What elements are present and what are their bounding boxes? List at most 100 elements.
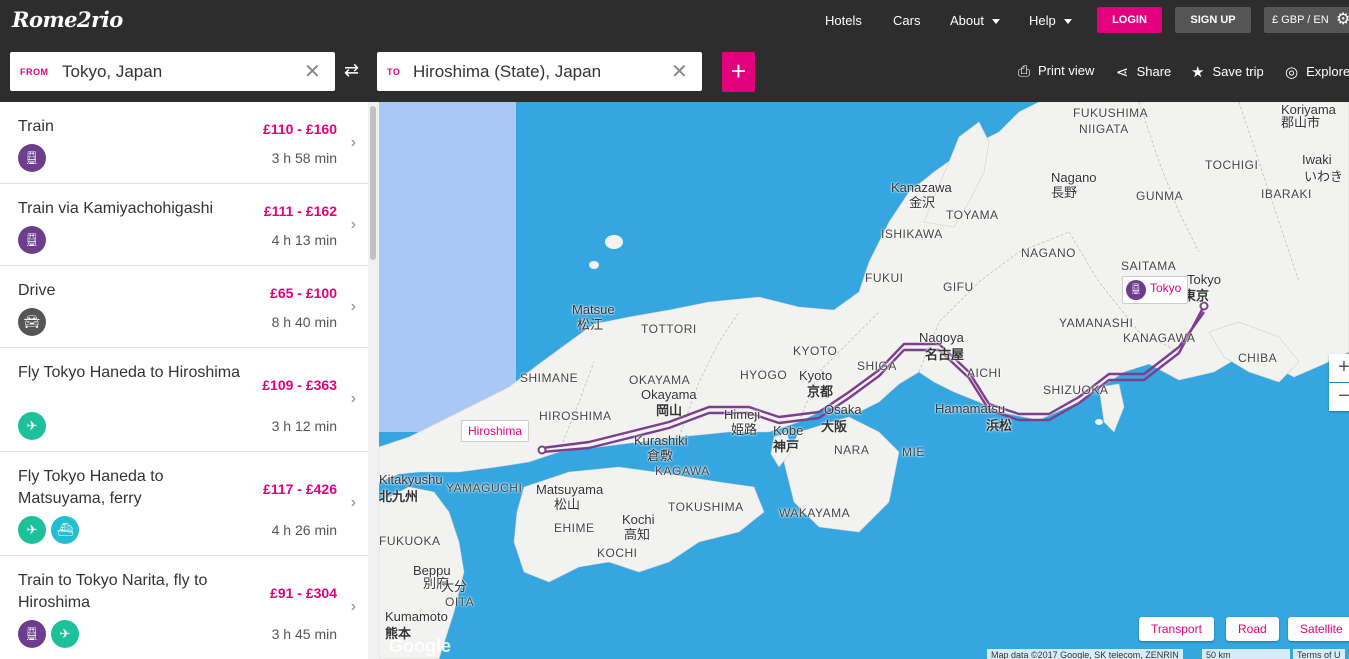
nav-about[interactable]: About [950,13,1000,28]
route-duration: 4 h 26 min [271,522,337,538]
map-label: NARA [834,443,870,457]
map-label: 倉敷 [647,448,674,463]
tokyo-pin[interactable]: 🚆︎ Tokyo [1122,276,1189,304]
from-tag: FROM [20,67,49,77]
chevron-down-icon [1063,19,1072,25]
map-label: TOKUSHIMA [668,500,744,514]
map-view[interactable]: FUKUSHIMA NIIGATA Koriyama 郡山市 TOCHIGI I… [379,102,1349,659]
clear-from-icon[interactable]: ✕ [304,59,321,84]
map-label: SHIZUOKA [1043,383,1109,397]
clear-to-icon[interactable]: ✕ [671,59,688,84]
route-mode-icons: ✈ [18,412,51,440]
scrollbar-thumb[interactable] [370,106,376,260]
terms-link[interactable]: Terms of U [1293,649,1345,659]
route-name: Fly Tokyo Haneda to Hiroshima [18,364,241,381]
map-label: 高知 [624,527,651,542]
route-option-drive[interactable]: Drive £65 - £100 🚘︎ 8 h 40 min › [0,266,368,348]
swap-icon[interactable]: ⇄ [344,60,359,81]
print-view-label: Print view [1038,63,1095,78]
print-view-button[interactable]: ⎙ Print view [1018,63,1094,80]
zoom-out-button[interactable]: − [1329,383,1349,411]
route-name: Train via Kamiyachohigashi [18,200,214,217]
route-duration: 3 h 45 min [271,626,337,642]
map-attribution: Map data ©2017 Google, SK telecom, ZENRI… [987,649,1183,659]
route-option-fly-haneda-hiroshima[interactable]: Fly Tokyo Haneda to Hiroshima £109 - £36… [0,348,368,452]
map-label: NIIGATA [1079,122,1129,136]
route-option-train-narita-fly[interactable]: Train to Tokyo Narita, fly to Hiroshima … [0,556,368,659]
currency-label: £ GBP / EN [1272,14,1329,26]
rome2rio-logo[interactable]: Rome2rio [12,7,123,32]
explore-label: Explore [1306,64,1349,79]
map-label: ISHIKAWA [881,227,943,241]
results-list: Train £110 - £160 🚆︎ 3 h 58 min › Train … [0,102,379,659]
train-icon: 🚆︎ [18,226,46,254]
route-mode-icons: 🚘︎ [18,308,51,336]
chevron-down-icon [991,19,1000,25]
route-price: £110 - £160 [263,121,337,137]
zoom-in-button[interactable]: + [1329,354,1349,382]
satellite-layer-button[interactable]: Satellite [1288,617,1349,641]
signup-button[interactable]: SIGN UP [1175,7,1251,33]
map-label: NAGANO [1021,246,1077,260]
from-input[interactable]: Tokyo, Japan [62,62,162,82]
chevron-right-icon: › [350,390,356,407]
route-name: Fly Tokyo Haneda to Matsuyama, ferry [18,468,164,507]
currency-language-selector[interactable]: £ GBP / EN ⚙ [1264,7,1349,33]
share-label: Share [1136,64,1172,79]
map-label: いわき [1304,169,1344,184]
star-icon: ★ [1191,64,1205,81]
hiroshima-pin[interactable]: Hiroshima [461,420,530,442]
nav-help[interactable]: Help [1029,13,1072,28]
transport-layer-button[interactable]: Transport [1139,617,1214,641]
map-label: YAMAGUCHI [446,481,523,495]
map-label: Iwaki [1302,152,1332,167]
route-duration: 3 h 58 min [271,150,337,166]
map-label: KOCHI [597,546,638,560]
route-option-fly-matsuyama-ferry[interactable]: Fly Tokyo Haneda to Matsuyama, ferry £11… [0,452,368,556]
route-option-train-via[interactable]: Train via Kamiyachohigashi £111 - £162 🚆… [0,184,368,266]
route-price: £65 - £100 [270,285,337,301]
map-label: Nagoya [919,330,964,345]
map-label: 松山 [554,497,581,512]
map-label: FUKUSHIMA [1073,106,1149,120]
map-label: 大阪 [821,419,848,434]
to-field[interactable]: TO Hiroshima (State), Japan ✕ [377,52,702,91]
map-label: EHIME [554,521,595,535]
chevron-right-icon: › [350,598,356,615]
map-label: FUKUI [865,271,904,285]
road-layer-button[interactable]: Road [1226,617,1279,641]
from-field[interactable]: FROM Tokyo, Japan ✕ [10,52,335,91]
nav-cars[interactable]: Cars [893,13,920,28]
to-input[interactable]: Hiroshima (State), Japan [413,62,601,82]
route-duration: 4 h 13 min [271,232,337,248]
explore-button[interactable]: ◎ Explore [1285,63,1349,81]
map-label: 神戸 [773,439,800,454]
map-label: KANAGAWA [1123,331,1196,345]
map-label: 大分 [441,579,468,594]
map-label: KYOTO [793,344,838,358]
map-label: GIFU [943,280,974,294]
route-duration: 8 h 40 min [271,314,337,330]
route-duration: 3 h 12 min [271,418,337,434]
results-scrollbar[interactable] [368,102,379,659]
chevron-right-icon: › [350,298,356,315]
share-button[interactable]: ⋖ Share [1116,63,1171,81]
login-button[interactable]: LOGIN [1097,7,1162,33]
search-bar: FROM Tokyo, Japan ✕ ⇄ TO Hiroshima (Stat… [0,42,1349,102]
map-label: HYOGO [740,368,788,382]
map-label: 浜松 [986,418,1013,433]
map-label: FUKUOKA [379,534,441,548]
route-name: Train to Tokyo Narita, fly to Hiroshima [18,572,208,611]
add-destination-button[interactable]: + [722,52,755,92]
google-logo: Google [389,636,451,656]
route-price: £91 - £304 [270,585,337,601]
save-trip-label: Save trip [1212,64,1264,79]
route-price: £117 - £426 [263,481,337,497]
top-nav-bar: Rome2rio Hotels Cars About Help LOGIN SI… [0,0,1349,42]
nav-hotels[interactable]: Hotels [825,13,862,28]
map-label: 姫路 [731,422,758,437]
save-trip-button[interactable]: ★ Save trip [1191,63,1264,81]
map-label: OITA [445,595,475,609]
route-option-train[interactable]: Train £110 - £160 🚆︎ 3 h 58 min › [0,102,368,184]
chevron-right-icon: › [350,494,356,511]
